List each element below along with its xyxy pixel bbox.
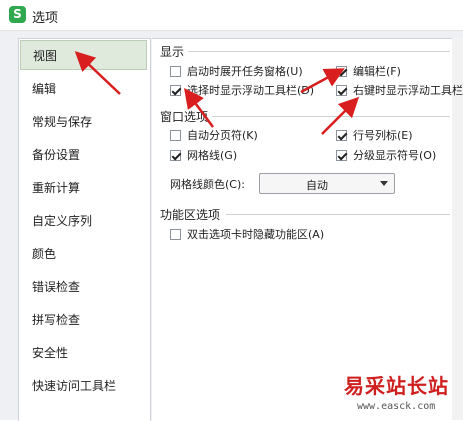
sidebar-item-general-save[interactable]: 常规与保存 (20, 107, 147, 137)
option-label: 网格线(G) (187, 149, 238, 162)
option-label: 行号列标(E) (353, 129, 413, 142)
gridline-color-select[interactable]: 自动 (259, 173, 395, 194)
sidebar-item-backup[interactable]: 备份设置 (20, 140, 147, 170)
sidebar-item-quick-access-toolbar[interactable]: 快速访问工具栏 (20, 371, 147, 401)
select-value: 自动 (306, 179, 328, 192)
sidebar-item-error-check[interactable]: 错误检查 (20, 272, 147, 302)
checkbox-checked[interactable] (336, 85, 347, 96)
watermark-url: www.easck.com (357, 401, 436, 412)
gridline-color-label: 网格线颜色(C): (170, 178, 245, 191)
checkbox-checked[interactable] (336, 66, 347, 77)
section-title-ribbon: 功能区选项 (160, 208, 221, 222)
watermark-text: 易采站长站 (344, 374, 449, 398)
sidebar-item-custom-lists[interactable]: 自定义序列 (20, 206, 147, 236)
option-label: 双击选项卡时隐藏功能区(A) (187, 228, 325, 241)
options-sidebar: 视图 编辑 常规与保存 备份设置 重新计算 自定义序列 颜色 错误检查 拼写检查… (18, 38, 151, 421)
chevron-down-icon (380, 181, 388, 186)
title-bar: S 选项 (0, 0, 463, 31)
option-label: 自动分页符(K) (187, 129, 258, 142)
checkbox-checked[interactable] (170, 150, 181, 161)
sidebar-item-security[interactable]: 安全性 (20, 338, 147, 368)
checkbox[interactable] (170, 229, 181, 240)
option-label: 启动时展开任务窗格(U) (187, 65, 303, 78)
wps-logo-icon: S (9, 6, 26, 23)
checkbox-checked[interactable] (336, 150, 347, 161)
section-title-window-options: 窗口选项 (160, 110, 209, 124)
option-label: 选择时显示浮动工具栏(D) (187, 84, 315, 97)
checkbox[interactable] (170, 130, 181, 141)
sidebar-item-spell-check[interactable]: 拼写检查 (20, 305, 147, 335)
section-title-display: 显示 (160, 45, 185, 59)
section-divider (188, 51, 450, 52)
section-divider (212, 116, 450, 117)
checkbox-checked[interactable] (336, 130, 347, 141)
sidebar-item-colors[interactable]: 颜色 (20, 239, 147, 269)
sidebar-item-edit[interactable]: 编辑 (20, 74, 147, 104)
option-label: 编辑栏(F) (353, 65, 401, 78)
checkbox-checked[interactable] (170, 85, 181, 96)
sidebar-item-recalculate[interactable]: 重新计算 (20, 173, 147, 203)
option-label: 分级显示符号(O) (353, 149, 437, 162)
checkbox[interactable] (170, 66, 181, 77)
sidebar-item-view[interactable]: 视图 (20, 40, 147, 70)
section-divider (226, 214, 450, 215)
window-title: 选项 (32, 11, 59, 26)
option-label: 右键时显示浮动工具栏(M) (353, 84, 463, 97)
